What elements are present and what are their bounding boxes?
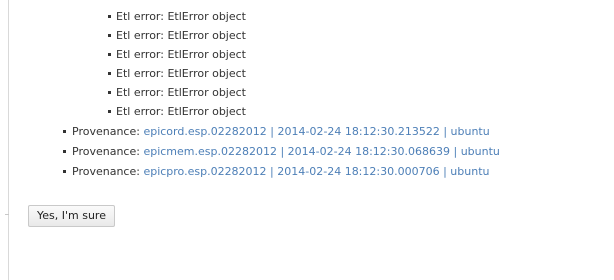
provenance-link[interactable]: epicord.esp.02282012 [143, 125, 266, 138]
etl-error-label: Etl error: [116, 48, 168, 61]
etl-error-value: EtlError object [167, 10, 246, 23]
list-item: Provenance: epicmem.esp.02282012 | 2014-… [63, 144, 500, 164]
list-item: Etl error: EtlError object [108, 66, 246, 85]
provenance-link[interactable]: epicpro.esp.02282012 [143, 165, 266, 178]
list-item: Etl error: EtlError object [108, 104, 246, 123]
provenance-user-link[interactable]: ubuntu [451, 125, 490, 138]
provenance-link[interactable]: epicmem.esp.02282012 [143, 145, 277, 158]
provenance-timestamp-link[interactable]: 2014-02-24 18:12:30.068639 [288, 145, 450, 158]
etl-error-label: Etl error: [116, 10, 168, 23]
provenance-separator: | [276, 145, 288, 158]
etl-error-value: EtlError object [167, 29, 246, 42]
etl-error-value: EtlError object [167, 48, 246, 61]
etl-error-value: EtlError object [167, 86, 246, 99]
provenance-user-link[interactable]: ubuntu [450, 165, 489, 178]
left-margin-rule [8, 0, 9, 280]
etl-error-value: EtlError object [167, 105, 246, 118]
etl-error-value: EtlError object [167, 67, 246, 80]
list-item: Etl error: EtlError object [108, 28, 246, 47]
list-item: Etl error: EtlError object [108, 85, 246, 104]
provenance-separator: | [439, 125, 451, 138]
etl-error-label: Etl error: [116, 67, 168, 80]
provenance-user-link[interactable]: ubuntu [461, 145, 500, 158]
provenance-label: Provenance: [72, 165, 144, 178]
etl-error-label: Etl error: [116, 86, 168, 99]
list-item: Provenance: epicpro.esp.02282012 | 2014-… [63, 164, 500, 184]
provenance-separator: | [266, 165, 278, 178]
left-margin-tick [5, 214, 9, 215]
provenance-separator: | [266, 125, 278, 138]
etl-error-list: Etl error: EtlError object Etl error: Et… [108, 9, 246, 123]
provenance-timestamp-link[interactable]: 2014-02-24 18:12:30.213522 [278, 125, 440, 138]
provenance-separator: | [449, 145, 461, 158]
provenance-label: Provenance: [72, 145, 144, 158]
list-item: Etl error: EtlError object [108, 47, 246, 66]
etl-error-label: Etl error: [116, 105, 168, 118]
provenance-label: Provenance: [72, 125, 144, 138]
provenance-separator: | [439, 165, 451, 178]
etl-error-label: Etl error: [116, 29, 168, 42]
provenance-list: Provenance: epicord.esp.02282012 | 2014-… [63, 124, 500, 184]
confirm-button[interactable]: Yes, I'm sure [28, 205, 115, 227]
list-item: Provenance: epicord.esp.02282012 | 2014-… [63, 124, 500, 144]
provenance-timestamp-link[interactable]: 2014-02-24 18:12:30.000706 [277, 165, 439, 178]
list-item: Etl error: EtlError object [108, 9, 246, 28]
